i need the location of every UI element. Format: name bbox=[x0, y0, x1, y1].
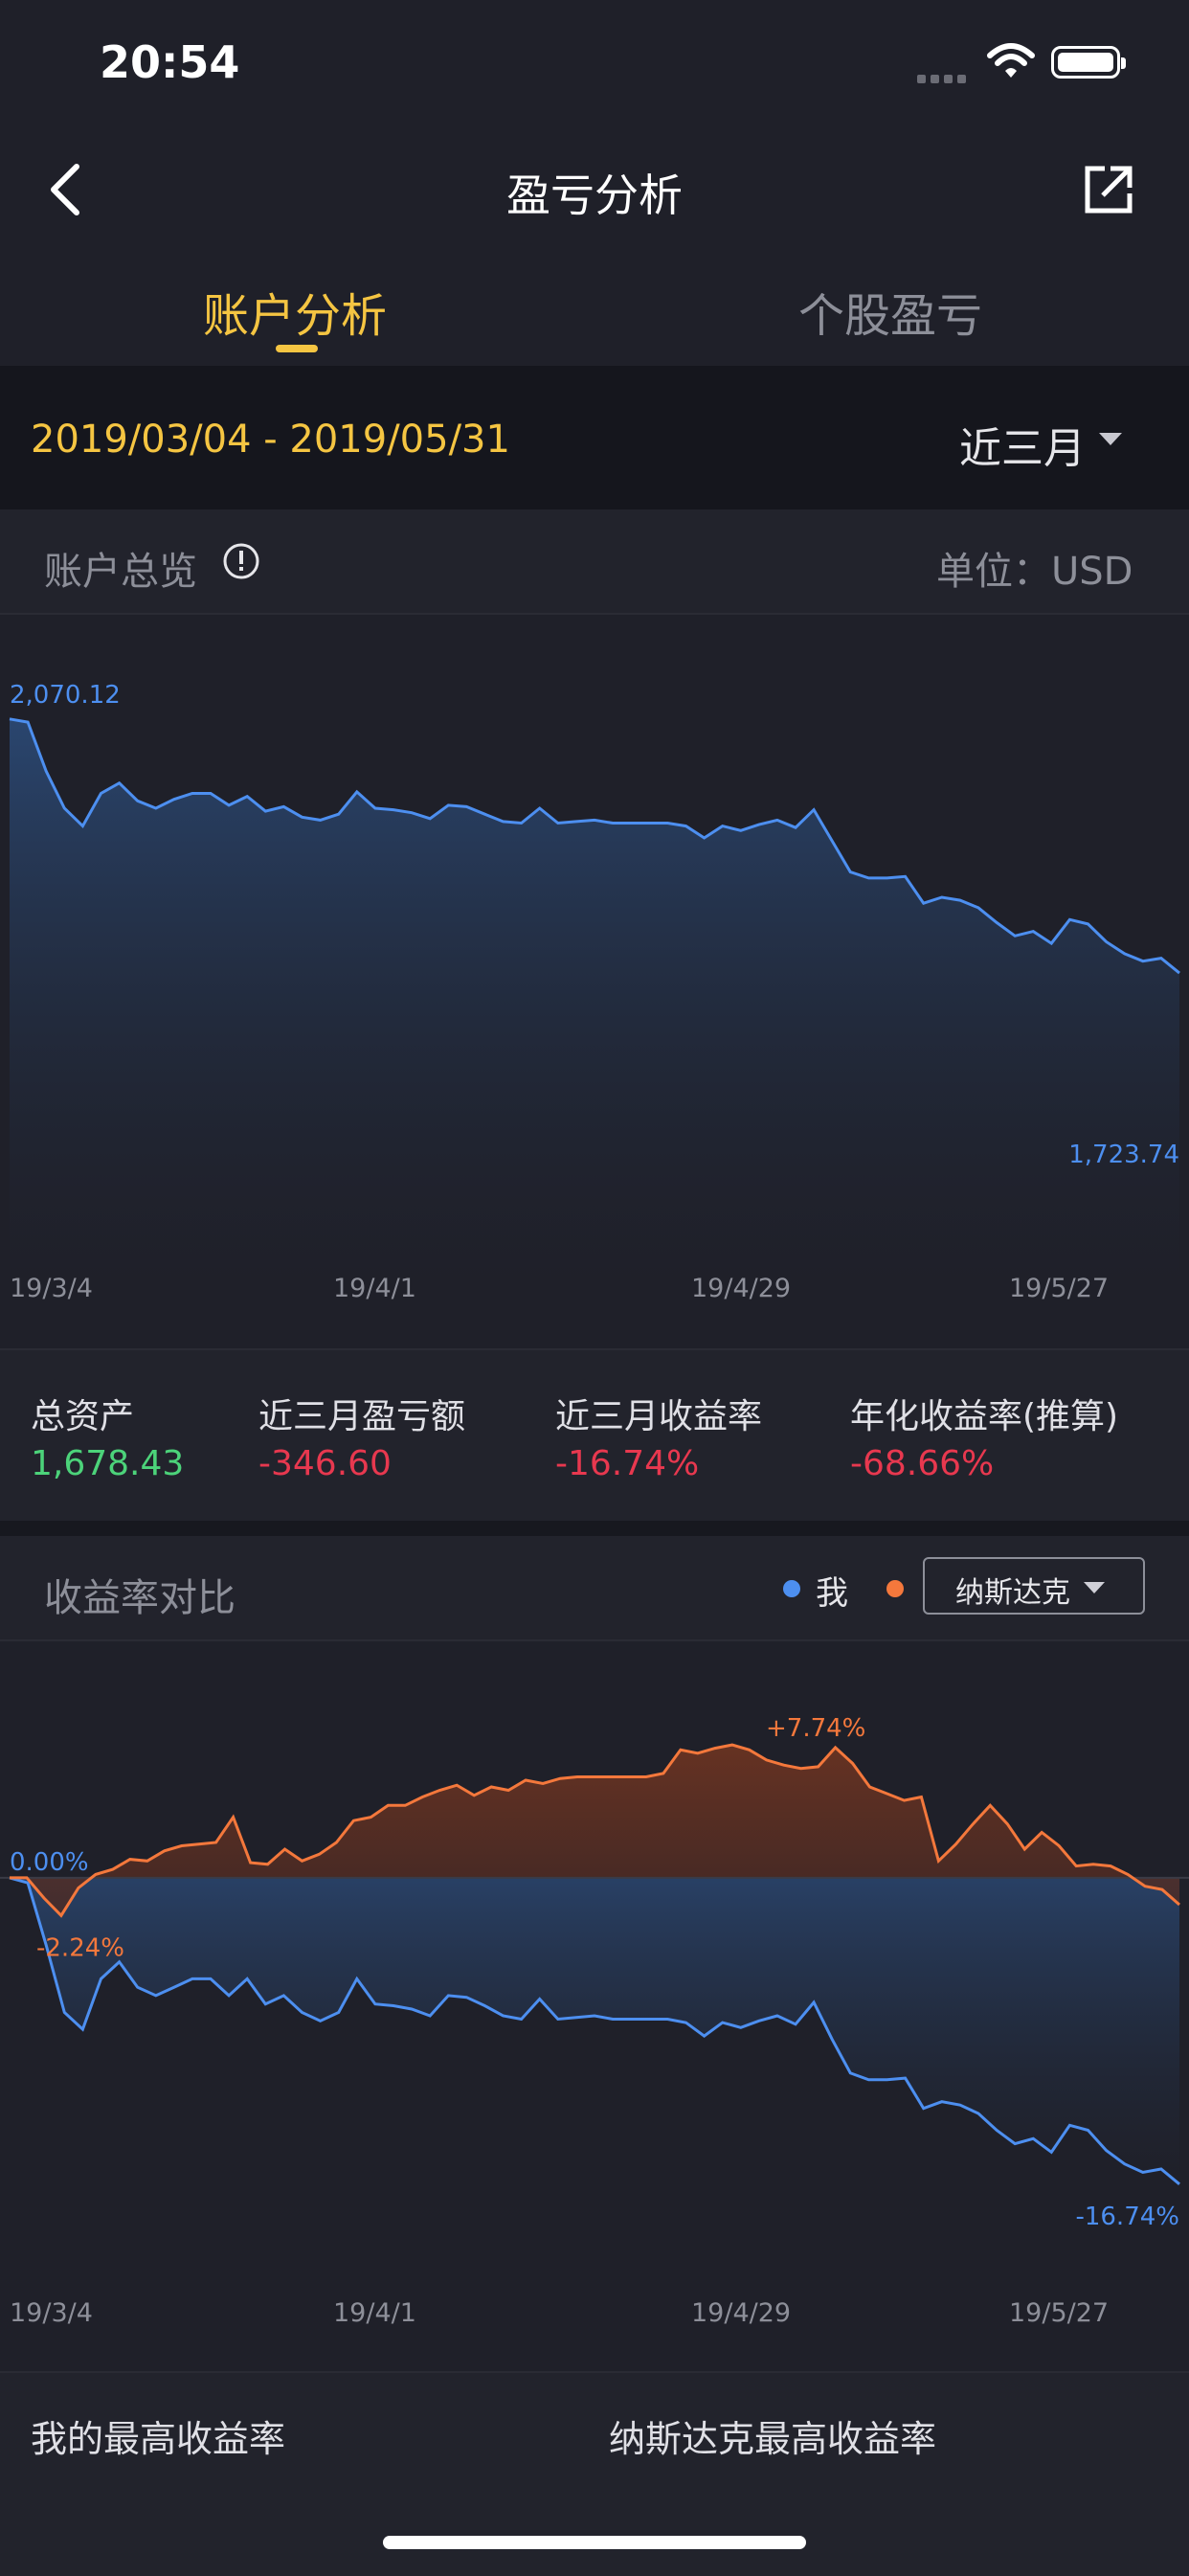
battery-icon bbox=[1051, 46, 1126, 79]
period-select[interactable]: 近三月 bbox=[959, 414, 1086, 475]
my-return-area bbox=[10, 1877, 1179, 2184]
caret-down-icon[interactable] bbox=[1099, 433, 1122, 445]
overview-title: 账户总览 bbox=[44, 550, 197, 594]
return-compare-chart: 0.00% -2.24% +7.74% -16.74% 19/3/4 19/4/… bbox=[0, 1714, 1189, 2328]
stat-label-3m-return: 近三月收益率 bbox=[555, 1397, 763, 1436]
last-value-label: 1,723.74 bbox=[1068, 1141, 1179, 1169]
tab-stock-pnl[interactable]: 个股盈亏 bbox=[798, 278, 982, 345]
index-max-return-label: 纳斯达克最高收益率 bbox=[609, 2418, 937, 2460]
x-tick-label: 19/3/4 bbox=[10, 2298, 93, 2328]
stat-value-total-assets: 1,678.43 bbox=[31, 1444, 185, 1483]
stat-value-3m-pnl: -346.60 bbox=[258, 1444, 392, 1483]
signal-icon bbox=[917, 69, 971, 87]
share-icon[interactable] bbox=[1082, 163, 1135, 220]
legend-me-label: 我 bbox=[816, 1574, 848, 1613]
stat-label-annualized: 年化收益率(推算) bbox=[850, 1397, 1119, 1436]
stats-panel: 总资产 1,678.43 近三月盈亏额 -346.60 近三月收益率 -16.7… bbox=[0, 1348, 1189, 1521]
index-max-label: +7.74% bbox=[766, 1714, 865, 1743]
stat-value-annualized: -68.66% bbox=[850, 1444, 995, 1483]
index-select-label: 纳斯达克 bbox=[955, 1576, 1070, 1610]
index-min-label: -2.24% bbox=[36, 1933, 124, 1962]
section-divider bbox=[0, 1521, 1189, 1536]
stat-label-3m-pnl: 近三月盈亏额 bbox=[258, 1397, 466, 1436]
page-title: 盈亏分析 bbox=[506, 169, 683, 221]
stat-label-total-assets: 总资产 bbox=[31, 1397, 135, 1436]
x-tick-label: 19/4/1 bbox=[333, 2298, 416, 2328]
legend-dot-index bbox=[886, 1580, 904, 1597]
x-tick-label: 19/4/29 bbox=[691, 2298, 791, 2328]
max-value-label: 2,070.12 bbox=[10, 681, 121, 710]
x-tick-label: 19/4/1 bbox=[333, 1274, 416, 1303]
x-tick-label: 19/3/4 bbox=[10, 1274, 93, 1303]
caret-down-icon bbox=[1084, 1582, 1105, 1593]
x-tick-label: 19/5/27 bbox=[1009, 2298, 1109, 2328]
zero-label: 0.00% bbox=[10, 1848, 89, 1877]
x-tick-label: 19/4/29 bbox=[691, 1274, 791, 1303]
tab-account-analysis[interactable]: 账户分析 bbox=[203, 278, 387, 345]
compare-title: 收益率对比 bbox=[44, 1576, 236, 1620]
unit-label: 单位：USD bbox=[936, 550, 1133, 594]
tab-active-indicator bbox=[276, 345, 318, 352]
legend-dot-me bbox=[783, 1580, 800, 1597]
account-value-chart: 2,070.12 1,723.74 19/3/4 19/4/1 19/4/29 … bbox=[9, 681, 1180, 1303]
wifi-icon bbox=[986, 42, 1036, 84]
info-icon[interactable] bbox=[222, 542, 260, 584]
index-select[interactable]: 纳斯达克 bbox=[923, 1557, 1145, 1615]
account-value-area bbox=[10, 718, 1179, 1283]
date-range: 2019/03/04 - 2019/05/31 bbox=[31, 418, 510, 462]
my-max-return-label: 我的最高收益率 bbox=[31, 2418, 286, 2460]
my-last-label: -16.74% bbox=[1075, 2203, 1179, 2231]
x-tick-label: 19/5/27 bbox=[1009, 1274, 1109, 1303]
stat-value-3m-return: -16.74% bbox=[555, 1444, 700, 1483]
home-indicator[interactable] bbox=[383, 2536, 806, 2549]
status-time: 20:54 bbox=[100, 36, 240, 88]
